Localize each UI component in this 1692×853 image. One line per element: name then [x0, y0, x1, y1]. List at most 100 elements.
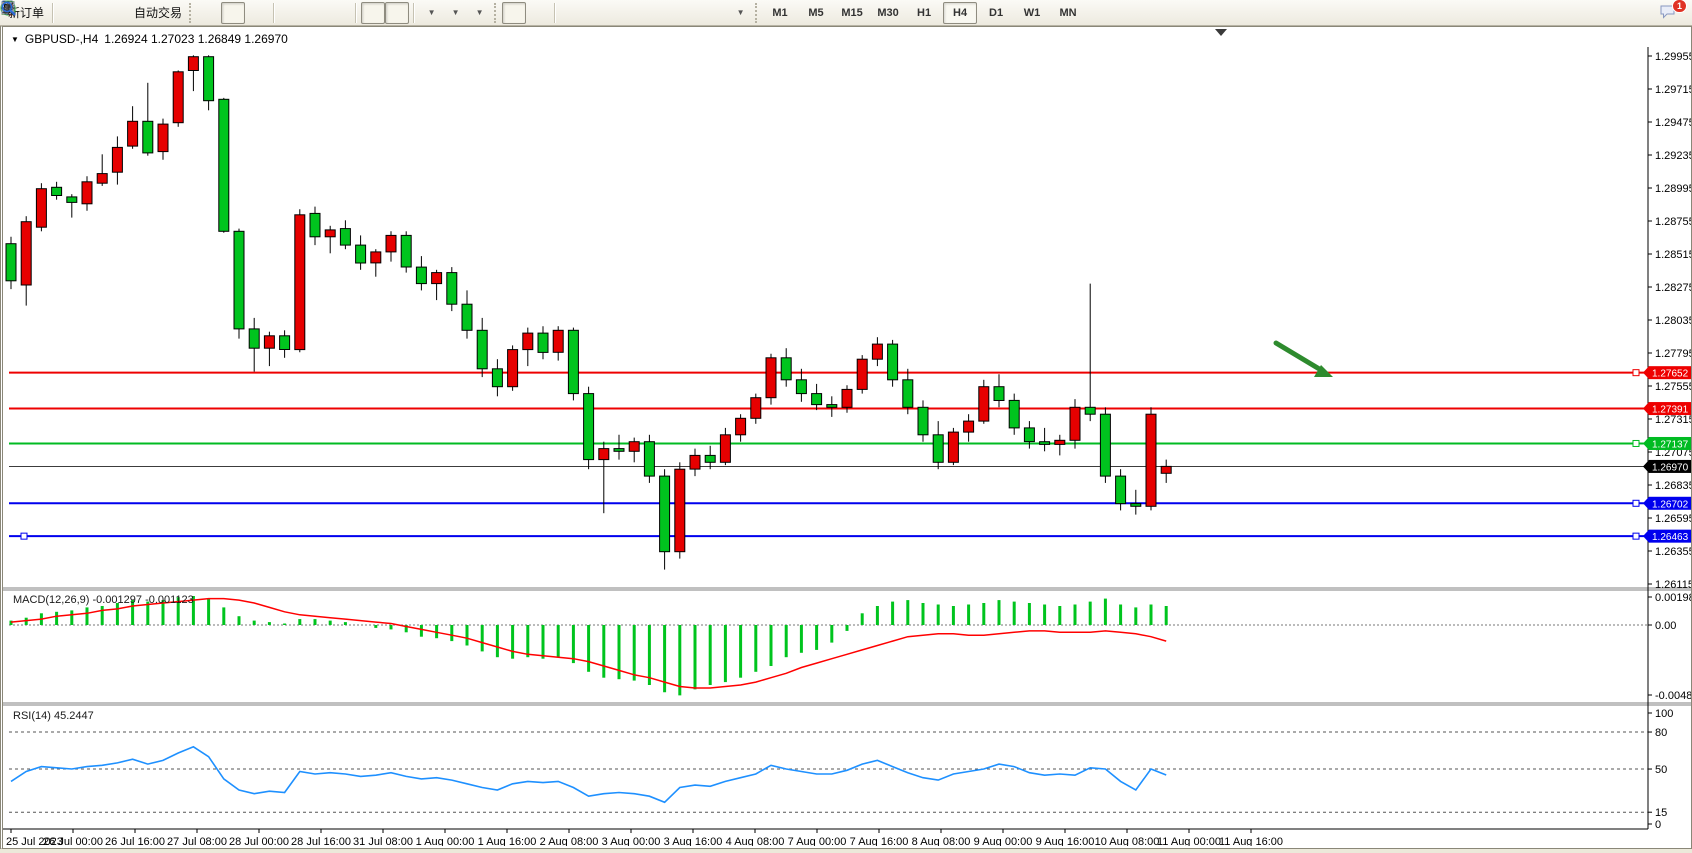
candle — [462, 290, 472, 338]
candle — [629, 438, 639, 463]
signals-button[interactable] — [106, 2, 130, 24]
time-axis-label: 26 Jul 00:00 — [43, 836, 103, 846]
candle — [356, 235, 366, 269]
window-bottom-edge — [0, 849, 1692, 853]
timeframe-m15-button[interactable]: M15 — [835, 2, 869, 24]
price-axis-label: 1.27315 — [1655, 414, 1691, 426]
trendline-button[interactable] — [608, 2, 632, 24]
candle — [994, 374, 1004, 407]
chart-dropdown-icon[interactable]: ▼ — [11, 35, 19, 44]
candlestick-chart-button[interactable] — [221, 2, 245, 24]
candle — [1070, 399, 1080, 449]
chart-shift-button[interactable] — [385, 2, 409, 24]
timeframe-d1-button[interactable]: D1 — [979, 2, 1013, 24]
timeframe-h4-button[interactable]: H4 — [943, 2, 977, 24]
add-indicator-button[interactable]: ▼ — [419, 2, 443, 24]
timeframe-mn-button[interactable]: MN — [1051, 2, 1085, 24]
separator — [273, 3, 275, 23]
price-axis-label: 1.28995 — [1655, 183, 1691, 195]
timeframe-h1-button[interactable]: H1 — [907, 2, 941, 24]
bar-chart-button[interactable] — [197, 2, 221, 24]
line-handle[interactable] — [1633, 500, 1639, 506]
zoom-out-button[interactable] — [303, 2, 327, 24]
candle — [948, 428, 958, 465]
candle — [1146, 407, 1156, 510]
candle — [97, 154, 107, 186]
market-button[interactable] — [58, 2, 82, 24]
line-handle[interactable] — [1633, 440, 1639, 446]
line-chart-button[interactable] — [245, 2, 269, 24]
candle — [751, 394, 761, 424]
search-button[interactable] — [1634, 2, 1658, 24]
time-axis-label: 11 Aug 00:00 — [1157, 836, 1221, 846]
price-tag-label: 1.27652 — [1652, 369, 1689, 380]
candle — [690, 449, 700, 477]
text-button[interactable]: A — [680, 2, 704, 24]
candle — [979, 380, 989, 424]
periods-button[interactable]: ▼ — [443, 2, 467, 24]
timeframe-w1-button[interactable]: W1 — [1015, 2, 1049, 24]
candle — [1055, 435, 1065, 456]
arrows-shapes-button[interactable]: ▼ — [728, 2, 752, 24]
timeframe-m30-button[interactable]: M30 — [871, 2, 905, 24]
candle — [766, 354, 776, 405]
line-handle[interactable] — [21, 533, 27, 539]
chart-canvas[interactable]: 1.299551.297151.294751.292351.289951.287… — [3, 27, 1691, 846]
price-tag-arrow — [1643, 497, 1649, 510]
line-handle[interactable] — [1633, 533, 1639, 539]
fibonacci-button[interactable]: F — [656, 2, 680, 24]
toolbar-grip — [755, 3, 760, 23]
tile-windows-button[interactable] — [327, 2, 351, 24]
price-axis-label: 1.26115 — [1655, 579, 1691, 591]
cursor-button[interactable] — [502, 2, 526, 24]
candle — [371, 249, 381, 277]
chart-shift-marker[interactable] — [1215, 29, 1227, 36]
templates-button[interactable]: ▼ — [467, 2, 491, 24]
price-axis-label: 1.28275 — [1655, 282, 1691, 294]
time-axis-label: 27 Jul 08:00 — [167, 836, 227, 846]
candle — [447, 267, 457, 311]
dropdown-arrow: ▼ — [452, 8, 460, 17]
annotation-arrow-line[interactable] — [1276, 343, 1321, 370]
time-axis-label: 11 Aug 16:00 — [1219, 836, 1283, 846]
line-handle[interactable] — [1633, 370, 1639, 376]
chart-title-bar[interactable]: ▼ GBPUSD-,H4 1.26924 1.27023 1.26849 1.2… — [11, 32, 288, 46]
notifications-button[interactable]: 1 — [1658, 2, 1682, 24]
time-axis-label: 7 Aug 00:00 — [788, 836, 847, 846]
candle — [508, 345, 518, 390]
candle — [933, 421, 943, 469]
horizontal-line-button[interactable] — [584, 2, 608, 24]
crosshair-button[interactable] — [526, 2, 550, 24]
time-axis-label: 4 Aug 08:00 — [726, 836, 785, 846]
equidistant-channel-button[interactable]: E — [632, 2, 656, 24]
candlestick-series[interactable] — [6, 55, 1171, 569]
candle — [6, 237, 16, 289]
community-button[interactable] — [82, 2, 106, 24]
candle — [675, 462, 685, 558]
macd-axis-label: 0.001981 — [1655, 592, 1691, 604]
text-label-button[interactable]: T — [704, 2, 728, 24]
notification-badge: 1 — [1672, 0, 1687, 13]
time-axis-label: 31 Jul 08:00 — [353, 836, 413, 846]
candle — [614, 435, 624, 460]
zoom-in-button[interactable] — [279, 2, 303, 24]
time-axis-label: 8 Aug 08:00 — [912, 836, 971, 846]
auto-trading-button[interactable]: 自动交易 — [130, 2, 186, 24]
timeframe-m5-button[interactable]: M5 — [799, 2, 833, 24]
auto-scroll-button[interactable] — [361, 2, 385, 24]
candle — [720, 428, 730, 465]
candle — [857, 355, 867, 394]
candle — [918, 400, 928, 441]
candle — [67, 194, 77, 217]
mt4-window: 新订单 — [0, 0, 1692, 853]
search-icon — [0, 0, 17, 17]
candle — [204, 55, 214, 110]
candle — [812, 384, 822, 410]
vertical-line-button[interactable] — [560, 2, 584, 24]
time-axis-label: 26 Jul 16:00 — [105, 836, 165, 846]
timeframe-m1-button[interactable]: M1 — [763, 2, 797, 24]
price-axis-label: 1.29475 — [1655, 117, 1691, 129]
candle — [310, 207, 320, 246]
chart-symbol-label: GBPUSD-,H4 — [25, 32, 98, 46]
candle — [234, 229, 244, 339]
